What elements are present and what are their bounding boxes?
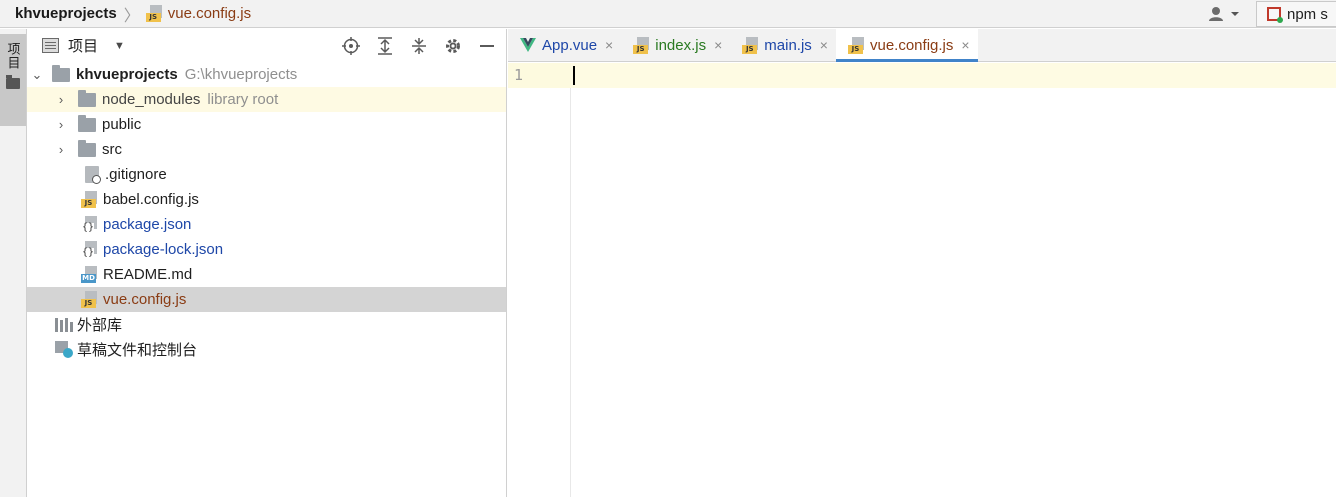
- minimize-icon[interactable]: [478, 37, 496, 55]
- editor-current-line[interactable]: [571, 63, 1336, 88]
- tab-label: App.vue: [542, 36, 598, 54]
- tree-item-path: G:\khvueprojects: [184, 66, 298, 83]
- breadcrumb-project[interactable]: khvueprojects: [15, 5, 117, 22]
- close-icon[interactable]: ×: [605, 37, 613, 53]
- tree-item-readme[interactable]: MD README.md: [27, 262, 506, 287]
- folder-icon: [6, 75, 20, 89]
- tab-vue-config-js[interactable]: JS vue.config.js ×: [835, 29, 978, 62]
- editor-area: App.vue × JS index.js × JS main.js × JS …: [508, 29, 1336, 497]
- user-icon: [1209, 7, 1223, 21]
- libraries-icon: [55, 317, 73, 332]
- tab-index-js[interactable]: JS index.js ×: [621, 29, 730, 61]
- tree-item-label: node_modules: [102, 91, 201, 108]
- js-file-icon: JS: [145, 5, 162, 22]
- folder-icon: [78, 89, 96, 107]
- navigation-bar: khvueprojects 〉 JS vue.config.js npm s: [0, 0, 1336, 28]
- chevron-down-icon: [1231, 12, 1239, 16]
- gitignore-file-icon: [85, 166, 101, 184]
- tree-item-public[interactable]: › public: [27, 112, 506, 137]
- json-file-icon: {}: [81, 216, 97, 233]
- tree-item-label: 外部库: [77, 317, 123, 334]
- folder-icon: [78, 114, 96, 132]
- tree-item-label: 草稿文件和控制台: [77, 342, 198, 359]
- locate-icon[interactable]: [342, 36, 360, 55]
- view-dropdown-chevron-icon[interactable]: ▼: [114, 40, 125, 52]
- tab-main-js[interactable]: JS main.js ×: [730, 29, 836, 61]
- tree-item-node-modules[interactable]: › node_modules library root: [27, 87, 506, 112]
- breadcrumb-file[interactable]: JS vue.config.js: [145, 5, 252, 22]
- project-panel-header: 项目 ▼: [27, 29, 506, 62]
- tool-window-strip: 项目: [0, 29, 27, 497]
- tree-item-label: khvueprojects: [76, 66, 178, 83]
- vue-file-icon: [520, 38, 536, 52]
- project-tree: ⌄ khvueprojects G:\khvueprojects › node_…: [27, 62, 506, 362]
- tree-item-label: vue.config.js: [103, 291, 187, 308]
- chevron-down-icon[interactable]: ⌄: [31, 67, 43, 83]
- line-number-gutter[interactable]: 1: [508, 63, 571, 497]
- close-icon[interactable]: ×: [961, 37, 969, 53]
- gear-icon[interactable]: [444, 37, 462, 55]
- tree-item-scratches[interactable]: 草稿文件和控制台: [27, 337, 506, 362]
- tree-item-label: README.md: [103, 266, 193, 283]
- tree-item-label: .gitignore: [105, 166, 167, 183]
- chevron-right-icon[interactable]: ›: [55, 142, 67, 157]
- expand-all-icon[interactable]: [376, 36, 394, 55]
- npm-label: npm s: [1287, 5, 1328, 23]
- js-file-icon: JS: [633, 36, 650, 54]
- breadcrumb-separator: 〉: [123, 7, 140, 25]
- project-panel: 项目 ▼ ⌄ khvueprojects G:\khvueprojects › …: [27, 29, 507, 497]
- scratches-icon: [55, 341, 73, 358]
- js-file-icon: JS: [81, 291, 97, 308]
- tree-item-label: package-lock.json: [103, 241, 224, 258]
- project-panel-title[interactable]: 项目: [68, 35, 98, 56]
- folder-icon: [78, 139, 96, 157]
- js-file-icon: JS: [81, 191, 97, 208]
- collapse-all-icon[interactable]: [410, 37, 428, 55]
- tree-item-vue-config[interactable]: JS vue.config.js: [27, 287, 506, 312]
- js-file-icon: JS: [847, 36, 864, 54]
- folder-icon: [52, 64, 70, 82]
- npm-icon: [1267, 7, 1283, 23]
- breadcrumb-file-label: vue.config.js: [167, 5, 252, 22]
- json-file-icon: {}: [81, 241, 97, 258]
- tab-label: vue.config.js: [869, 36, 954, 54]
- close-icon[interactable]: ×: [820, 37, 828, 53]
- tree-item-package-lock[interactable]: {} package-lock.json: [27, 237, 506, 262]
- tab-app-vue[interactable]: App.vue ×: [508, 29, 621, 61]
- close-icon[interactable]: ×: [714, 37, 722, 53]
- tree-item-src[interactable]: › src: [27, 137, 506, 162]
- markdown-file-icon: MD: [81, 266, 97, 283]
- tree-item-label: src: [102, 141, 122, 158]
- project-view-icon: [42, 38, 59, 53]
- tree-item-root[interactable]: ⌄ khvueprojects G:\khvueprojects: [27, 62, 506, 87]
- tree-item-label: public: [102, 116, 142, 133]
- js-file-icon: JS: [742, 36, 759, 54]
- npm-run-config-button[interactable]: npm s: [1256, 1, 1336, 27]
- line-number: 1: [508, 63, 571, 88]
- tree-item-hint: library root: [207, 91, 279, 108]
- tree-item-label: package.json: [103, 216, 192, 233]
- project-tool-tab[interactable]: 项目: [0, 34, 26, 126]
- editor-tabs: App.vue × JS index.js × JS main.js × JS …: [508, 29, 1336, 62]
- tree-item-package-json[interactable]: {} package.json: [27, 212, 506, 237]
- tree-item-label: babel.config.js: [103, 191, 199, 208]
- text-caret: [573, 66, 575, 85]
- user-menu-button[interactable]: [1208, 6, 1240, 22]
- project-tool-tab-label: 项目: [5, 42, 21, 70]
- tab-label: index.js: [655, 36, 707, 54]
- tree-item-babel-config[interactable]: JS babel.config.js: [27, 187, 506, 212]
- chevron-right-icon[interactable]: ›: [55, 92, 67, 107]
- tab-label: main.js: [764, 36, 812, 54]
- chevron-right-icon[interactable]: ›: [55, 117, 67, 132]
- tree-item-external-libraries[interactable]: 外部库: [27, 312, 506, 337]
- tree-item-gitignore[interactable]: .gitignore: [27, 162, 506, 187]
